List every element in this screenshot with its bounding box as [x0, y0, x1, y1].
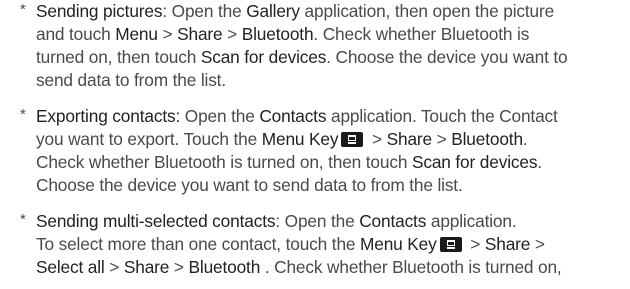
body-text: . Check whether Bluetooth is — [313, 24, 530, 44]
body-text: Check whether Bluetooth is turned on, th… — [36, 152, 412, 172]
ui-term: Scan for devices — [200, 47, 327, 67]
ui-term: Select all — [36, 257, 105, 277]
bullet-asterisk: * — [20, 211, 26, 228]
menu-key-icon — [341, 132, 364, 147]
body-text: . Check whether Bluetooth is turned on, — [260, 257, 562, 277]
menu-key-icon — [439, 237, 462, 252]
body-text: > — [169, 257, 189, 277]
bullet-item-sending-pictures: * Sending pictures: Open the Gallery app… — [0, 0, 630, 92]
text-line: Sending pictures: Open the Gallery appli… — [36, 0, 622, 23]
ui-term: Share — [386, 129, 433, 149]
document-page: * Sending pictures: Open the Gallery app… — [0, 0, 630, 289]
ui-term: Menu — [115, 24, 158, 44]
ui-term: Sending pictures — [36, 1, 163, 21]
text-line: send data to from the list. — [36, 69, 622, 92]
ui-term: Bluetooth — [451, 129, 523, 149]
ui-term: Share — [177, 24, 223, 44]
body-text: > — [104, 257, 124, 277]
ui-term: Scan for devices — [411, 152, 538, 172]
ui-term: Share — [123, 257, 170, 277]
body-text: you want to export. Touch the — [36, 129, 262, 149]
text-line: turned on, then touch Scan for devices. … — [36, 46, 622, 69]
ui-term: Sending multi-selected contacts — [36, 211, 276, 231]
bullet-item-exporting-contacts: * Exporting contacts: Open the Contacts … — [0, 105, 630, 197]
ui-term: Bluetooth — [241, 24, 314, 44]
bullet-item-sending-multi-selected-contacts: * Sending multi-selected contacts: Open … — [0, 210, 630, 279]
text-line: Choose the device you want to send data … — [36, 174, 622, 197]
body-text: application. Touch the Contact — [326, 106, 558, 126]
body-text: : Open the — [275, 211, 360, 231]
body-text: and touch — [36, 24, 116, 44]
body-text: Open the — [180, 106, 260, 126]
body-text: application. — [426, 211, 517, 231]
body-text: turned on, then touch — [36, 47, 201, 67]
ui-term: Exporting contacts: — [36, 106, 181, 126]
text-line: you want to export. Touch the Menu Key >… — [36, 128, 622, 151]
text-line: Sending multi-selected contacts: Open th… — [36, 210, 622, 233]
body-text: application, then open the picture — [299, 1, 555, 21]
bullet-asterisk: * — [20, 1, 26, 18]
body-text: > — [465, 234, 485, 254]
ui-term: Menu Key — [360, 234, 437, 254]
text-line: To select more than one contact, touch t… — [36, 233, 622, 256]
text-line: Exporting contacts: Open the Contacts ap… — [36, 105, 622, 128]
body-text: > — [530, 234, 545, 254]
body-text: : Open the — [162, 1, 247, 21]
bullet-asterisk: * — [20, 106, 26, 123]
body-text: . — [522, 129, 528, 149]
text-line: Check whether Bluetooth is turned on, th… — [36, 151, 622, 174]
body-text: To select more than one contact, touch t… — [36, 234, 361, 254]
ui-term: Contacts — [359, 211, 427, 231]
ui-term: Menu Key — [261, 129, 339, 149]
body-text: > — [367, 129, 387, 149]
text-line: and touch Menu > Share > Bluetooth. Chec… — [36, 23, 622, 46]
ui-term: Bluetooth — [188, 257, 261, 277]
body-text: . Choose the device you want to — [326, 47, 568, 67]
body-text: > — [431, 129, 452, 149]
body-text: . — [537, 152, 542, 172]
body-text: Choose the device you want to send data … — [36, 175, 463, 195]
ui-term: Contacts — [259, 106, 327, 126]
body-text: send data to from the list. — [36, 70, 226, 90]
body-text: > — [222, 24, 242, 44]
text-line: Select all > Share > Bluetooth . Check w… — [36, 256, 622, 279]
ui-term: Share — [484, 234, 531, 254]
ui-term: Gallery — [246, 1, 300, 21]
body-text: > — [157, 24, 178, 44]
